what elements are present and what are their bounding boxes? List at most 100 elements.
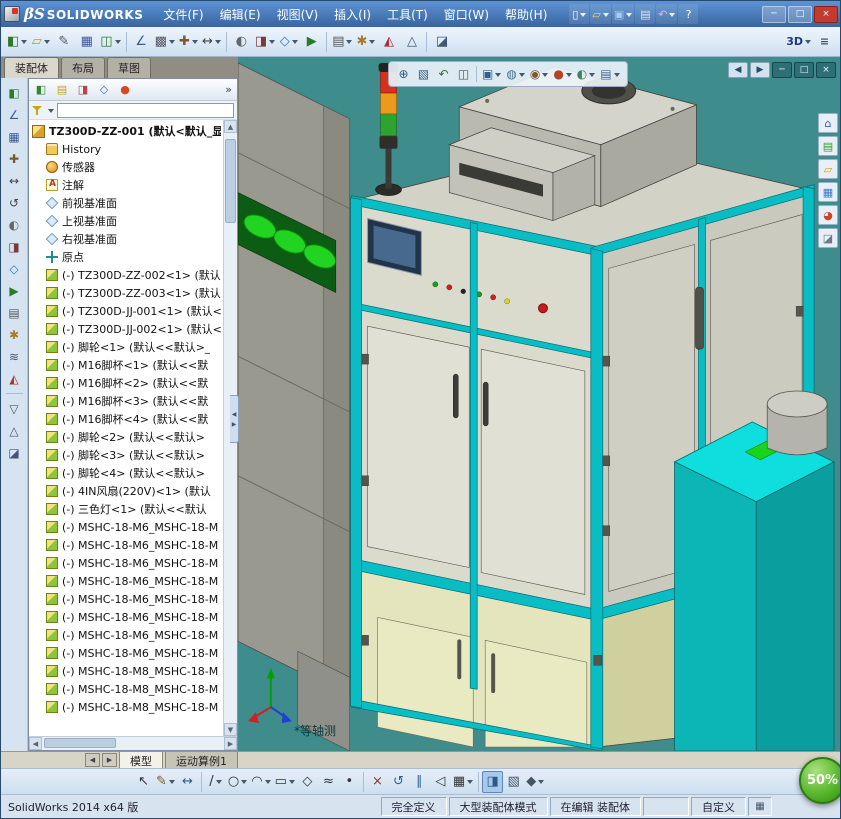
tree-item[interactable]: (-) MSHC-18-M6_MSHC-18-M <box>31 644 221 662</box>
quick-button[interactable]: ▯ <box>569 4 590 24</box>
tree-item[interactable]: (-) MSHC-18-M8_MSHC-18-M <box>31 680 221 698</box>
view-toolbar-button[interactable]: ◍ <box>504 64 526 85</box>
gray-cylinder[interactable] <box>766 390 828 456</box>
quick-button[interactable]: ▱ <box>590 4 611 24</box>
panel-tab-button[interactable]: ▤ <box>53 81 71 99</box>
tree-item[interactable]: 上视基准面 <box>31 212 221 230</box>
tree-item[interactable]: (-) 脚轮<2> (默认<<默认> <box>31 428 221 446</box>
filter-caret[interactable] <box>48 108 54 116</box>
tree-item[interactable]: (-) M16脚杯<1> (默认<<默 <box>31 356 221 374</box>
command-tab[interactable]: 草图 <box>107 57 151 78</box>
task-pane-tab[interactable]: ⌂ <box>818 113 838 133</box>
toolbar-button[interactable]: ▦ <box>75 29 98 54</box>
tree-item[interactable]: (-) MSHC-18-M6_MSHC-18-M <box>31 572 221 590</box>
scroll-right-arrow[interactable]: ▶ <box>224 737 237 750</box>
scroll-thumb[interactable] <box>44 738 116 748</box>
tree-item[interactable]: (-) MSHC-18-M6_MSHC-18-M <box>31 590 221 608</box>
sketch-tool-button[interactable]: ◆ <box>524 771 546 793</box>
toolbar-button[interactable]: ≡ <box>813 29 836 54</box>
sketch-tool-button[interactable]: ↺ <box>388 771 409 793</box>
status-grid-icon[interactable]: ▦ <box>748 797 772 816</box>
tree-item[interactable]: (-) TZ300D-ZZ-003<1> (默认< <box>31 284 221 302</box>
scroll-up-arrow[interactable]: ▲ <box>224 120 237 133</box>
overflow-chevron[interactable]: » <box>225 83 234 96</box>
sketch-tool-button[interactable]: ↔ <box>177 771 198 793</box>
toolbar-button[interactable]: ▶ <box>300 29 323 54</box>
task-pane-tab[interactable]: ◕ <box>818 205 838 225</box>
toolbar-button[interactable]: ◇ <box>277 29 300 54</box>
quick-button[interactable]: ↶ <box>656 4 678 24</box>
sketch-tool-button[interactable]: ○ <box>226 771 249 793</box>
command-tab[interactable]: 装配体 <box>4 57 59 78</box>
tree-item[interactable]: (-) MSHC-18-M6_MSHC-18-M <box>31 518 221 536</box>
left-toolbar-button[interactable]: ◨ <box>4 236 25 257</box>
view-toolbar-button[interactable]: ▣ <box>480 64 503 85</box>
left-toolbar-button[interactable]: △ <box>4 420 25 441</box>
left-toolbar-button[interactable]: ▤ <box>4 302 25 323</box>
scroll-left-arrow[interactable]: ◀ <box>29 737 42 750</box>
toolbar-button[interactable]: ∠ <box>130 29 153 54</box>
window-button[interactable]: × <box>814 5 838 23</box>
view-toolbar-button[interactable]: ↶ <box>434 64 453 85</box>
tree-item[interactable]: (-) TZ300D-ZZ-002<1> (默认< <box>31 266 221 284</box>
sketch-tool-button[interactable]: ↖ <box>133 771 154 793</box>
menu-item[interactable]: 窗口(W) <box>436 3 497 26</box>
left-toolbar-button[interactable]: ✱ <box>4 324 25 345</box>
left-toolbar-button[interactable]: ≋ <box>4 346 25 367</box>
tab-scroll-right[interactable]: ▶ <box>102 753 117 767</box>
task-pane-tab[interactable]: ▦ <box>818 182 838 202</box>
view-toolbar-button[interactable]: ◐ <box>575 64 597 85</box>
toolbar-button[interactable]: ◧ <box>5 29 29 54</box>
sketch-tool-button[interactable]: ◠ <box>249 771 272 793</box>
menu-item[interactable]: 视图(V) <box>269 3 327 26</box>
sketch-tool-button[interactable]: ▭ <box>273 771 297 793</box>
tree-item[interactable]: (-) MSHC-18-M6_MSHC-18-M <box>31 536 221 554</box>
tree-item[interactable]: 前视基准面 <box>31 194 221 212</box>
tree-item[interactable]: 右视基准面 <box>31 230 221 248</box>
menu-item[interactable]: 工具(T) <box>379 3 436 26</box>
left-toolbar-button[interactable]: ◇ <box>4 258 25 279</box>
sketch-tool-button[interactable]: ∥ <box>409 771 430 793</box>
toolbar-button[interactable]: △ <box>400 29 423 54</box>
left-toolbar-button[interactable]: ▽ <box>4 398 25 419</box>
tree-item[interactable]: 传感器 <box>31 158 221 176</box>
tree-item[interactable]: (-) 脚轮<1> (默认<<默认>_ <box>31 338 221 356</box>
sketch-tool-button[interactable]: ▧ <box>503 771 524 793</box>
left-toolbar-button[interactable]: ▦ <box>4 126 25 147</box>
view-toolbar-button[interactable]: ◫ <box>454 64 473 85</box>
left-toolbar-button[interactable]: ◐ <box>4 214 25 235</box>
window-button[interactable]: □ <box>788 5 812 23</box>
scroll-track[interactable] <box>42 737 224 750</box>
graphics-viewport[interactable]: ⊕ ▧ ↶ ◫ ▣ ◍ ◉ ● ◐ ▤ ◀ ▶ ─ □ × ⌂ ▤ ▱ ▦ ◕ … <box>238 57 840 751</box>
left-toolbar-button[interactable]: ↺ <box>4 192 25 213</box>
document-window-button[interactable]: □ <box>794 62 814 78</box>
toolbar-button[interactable]: ◨ <box>253 29 277 54</box>
tree-horizontal-scrollbar[interactable]: ◀ ▶ <box>29 736 237 750</box>
toolbar-button[interactable]: ↔ <box>200 29 223 54</box>
tree-filter-input[interactable] <box>57 102 234 118</box>
sketch-tool-button[interactable]: ◁ <box>430 771 451 793</box>
view-toolbar-button[interactable]: ▧ <box>414 64 433 85</box>
tree-item[interactable]: (-) MSHC-18-M6_MSHC-18-M <box>31 554 221 572</box>
scroll-down-arrow[interactable]: ▼ <box>224 723 237 736</box>
view-toolbar-button[interactable]: ◉ <box>528 64 550 85</box>
overlay-percentage-badge[interactable]: 50% <box>799 757 840 804</box>
panel-tab-button[interactable]: ◨ <box>74 81 92 99</box>
tree-item[interactable]: (-) TZ300D-JJ-002<1> (默认< <box>31 320 221 338</box>
panel-tab-button[interactable]: ◧ <box>32 81 50 99</box>
task-pane-tab[interactable]: ▤ <box>818 136 838 156</box>
menu-item[interactable]: 文件(F) <box>155 3 211 26</box>
command-tab[interactable]: 布局 <box>61 57 105 78</box>
tree-item[interactable]: (-) MSHC-18-M6_MSHC-18-M <box>31 626 221 644</box>
panel-tab-button[interactable]: ● <box>116 81 134 99</box>
left-toolbar-button[interactable]: ▶ <box>4 280 25 301</box>
sketch-tool-button[interactable]: ◇ <box>297 771 318 793</box>
toolbar-button[interactable]: ▤ <box>330 29 354 54</box>
tree-item[interactable]: History <box>31 140 221 158</box>
toolbar-button[interactable]: ✱ <box>354 29 377 54</box>
left-machine[interactable] <box>238 62 351 751</box>
tree-item[interactable]: 原点 <box>31 248 221 266</box>
window-button[interactable]: ─ <box>762 5 786 23</box>
task-pane-tab[interactable]: ◪ <box>818 228 838 248</box>
splitter-right-arrow[interactable]: ▶ <box>232 421 237 428</box>
